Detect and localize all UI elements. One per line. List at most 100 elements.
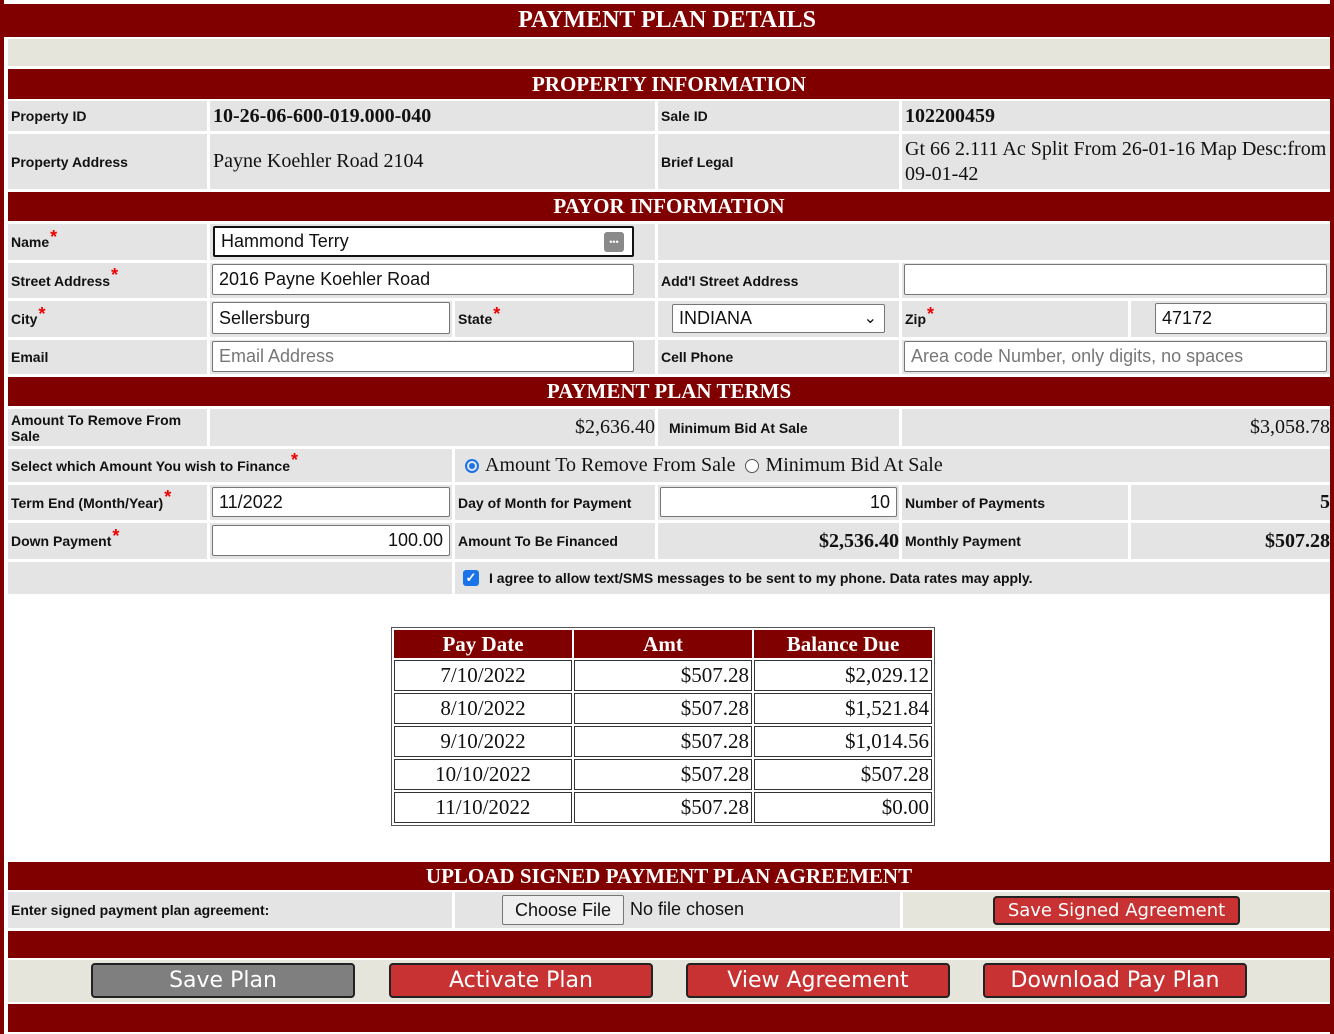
state-label: State * bbox=[455, 301, 655, 337]
property-address-value: Payne Koehler Road 2104 bbox=[210, 134, 655, 189]
amt-cell: $507.28 bbox=[574, 660, 752, 691]
numpay-label: Number of Payments bbox=[902, 485, 1128, 520]
day-input[interactable]: 10 bbox=[660, 487, 897, 517]
title-spacer bbox=[8, 39, 1330, 66]
day-label: Day of Month for Payment bbox=[455, 485, 655, 520]
payor-header: PAYOR INFORMATION bbox=[8, 192, 1330, 221]
choose-file-button[interactable]: Choose File bbox=[502, 895, 624, 925]
name-value: Hammond Terry bbox=[221, 231, 349, 251]
sms-row-filler bbox=[8, 562, 452, 594]
required-mark: * bbox=[927, 303, 935, 324]
down-payment-input[interactable]: 100.00 bbox=[212, 525, 450, 556]
cell-phone-input[interactable]: Area code Number, only digits, no spaces bbox=[904, 341, 1327, 372]
minbid-label: Minimum Bid At Sale bbox=[658, 409, 899, 446]
financed-value: $2,536.40 bbox=[658, 523, 899, 559]
term-end-label: Term End (Month/Year) * bbox=[8, 485, 207, 520]
required-mark: * bbox=[291, 450, 299, 470]
down-payment-label: Down Payment * bbox=[8, 523, 207, 559]
property-id-value: 10-26-06-600-019.000-040 bbox=[210, 101, 655, 131]
financed-label: Amount To Be Financed bbox=[455, 523, 655, 559]
street-input[interactable]: 2016 Payne Koehler Road bbox=[212, 264, 634, 295]
balance-cell: $0.00 bbox=[754, 792, 932, 823]
pay-date-cell: 8/10/2022 bbox=[394, 693, 572, 724]
zip-label: Zip * bbox=[902, 301, 1128, 337]
sms-checkbox[interactable]: ✓ bbox=[463, 570, 479, 586]
table-row: 10/10/2022 $507.28 $507.28 bbox=[394, 759, 932, 790]
required-mark: * bbox=[38, 303, 46, 324]
brief-legal-value: Gt 66 2.111 Ac Split From 26-01-16 Map D… bbox=[902, 134, 1330, 189]
name-row-filler bbox=[658, 224, 1330, 260]
name-input[interactable]: Hammond Terry ••• bbox=[213, 226, 634, 257]
zip-input[interactable]: 47172 bbox=[1155, 303, 1327, 334]
radio-minbid[interactable] bbox=[745, 458, 760, 473]
sms-consent: ✓ I agree to allow text/SMS messages to … bbox=[455, 562, 1330, 594]
radio-remove-label: Amount To Remove From Sale bbox=[485, 454, 736, 476]
required-mark: * bbox=[50, 226, 58, 247]
required-mark: * bbox=[111, 265, 119, 285]
pay-date-cell: 9/10/2022 bbox=[394, 726, 572, 757]
brief-legal-label: Brief Legal bbox=[658, 134, 899, 189]
upload-header: UPLOAD SIGNED PAYMENT PLAN AGREEMENT bbox=[8, 862, 1330, 890]
monthly-value: $507.28 bbox=[1131, 523, 1330, 559]
pay-date-cell: 10/10/2022 bbox=[394, 759, 572, 790]
view-agreement-button[interactable]: View Agreement bbox=[686, 963, 950, 998]
col-balance-due: Balance Due bbox=[754, 630, 932, 658]
required-mark: * bbox=[112, 525, 120, 546]
sale-id-label: Sale ID bbox=[658, 101, 899, 131]
balance-cell: $2,029.12 bbox=[754, 660, 932, 691]
email-label: Email bbox=[8, 340, 207, 374]
finance-label: Select which Amount You wish to Finance * bbox=[8, 449, 452, 482]
upload-label: Enter signed payment plan agreement: bbox=[8, 892, 452, 928]
balance-cell: $1,014.56 bbox=[754, 726, 932, 757]
col-pay-date: Pay Date bbox=[394, 630, 572, 658]
addl-street-input[interactable] bbox=[904, 264, 1327, 295]
activate-plan-button[interactable]: Activate Plan bbox=[389, 963, 653, 998]
upload-footer-bar bbox=[8, 931, 1330, 958]
amt-cell: $507.28 bbox=[574, 693, 752, 724]
cell-phone-label: Cell Phone bbox=[658, 340, 899, 374]
required-mark: * bbox=[493, 303, 501, 324]
password-manager-icon[interactable]: ••• bbox=[604, 232, 624, 252]
pay-date-cell: 7/10/2022 bbox=[394, 660, 572, 691]
save-plan-button[interactable]: Save Plan bbox=[91, 963, 355, 998]
city-label: City * bbox=[8, 301, 207, 337]
pay-date-cell: 11/10/2022 bbox=[394, 792, 572, 823]
remove-value: $2,636.40 bbox=[210, 409, 655, 446]
city-input[interactable]: Sellersburg bbox=[212, 302, 450, 334]
finance-options: Amount To Remove From Sale Minimum Bid A… bbox=[455, 449, 1330, 482]
sms-text: I agree to allow text/SMS messages to be… bbox=[489, 570, 1033, 586]
payment-schedule-table: Pay Date Amt Balance Due 7/10/2022 $507.… bbox=[391, 627, 935, 826]
state-value: INDIANA bbox=[679, 308, 753, 328]
monthly-label: Monthly Payment bbox=[902, 523, 1128, 559]
property-address-label: Property Address bbox=[8, 134, 207, 189]
property-header: PROPERTY INFORMATION bbox=[8, 69, 1330, 99]
term-end-input[interactable]: 11/2022 bbox=[212, 487, 450, 517]
balance-cell: $1,521.84 bbox=[754, 693, 932, 724]
radio-remove[interactable] bbox=[465, 458, 479, 473]
download-pay-plan-button[interactable]: Download Pay Plan bbox=[983, 963, 1247, 998]
table-row: 8/10/2022 $507.28 $1,521.84 bbox=[394, 693, 932, 724]
state-select[interactable]: INDIANA ⌄ bbox=[672, 304, 885, 333]
footer-bar bbox=[8, 1004, 1330, 1032]
property-id-label: Property ID bbox=[8, 101, 207, 131]
terms-header: PAYMENT PLAN TERMS bbox=[8, 377, 1330, 406]
page-title: PAYMENT PLAN DETAILS bbox=[4, 4, 1330, 37]
amt-cell: $507.28 bbox=[574, 726, 752, 757]
street-label: Street Address * bbox=[8, 263, 207, 298]
remove-label: Amount To Remove From Sale bbox=[8, 409, 207, 446]
col-amt: Amt bbox=[574, 630, 752, 658]
name-label: Name * bbox=[8, 224, 207, 260]
table-row: 11/10/2022 $507.28 $0.00 bbox=[394, 792, 932, 823]
table-row: 9/10/2022 $507.28 $1,014.56 bbox=[394, 726, 932, 757]
sale-id-value: 102200459 bbox=[902, 101, 1330, 131]
table-header-row: Pay Date Amt Balance Due bbox=[394, 630, 932, 658]
no-file-text: No file chosen bbox=[630, 899, 745, 919]
amt-cell: $507.28 bbox=[574, 759, 752, 790]
email-input[interactable]: Email Address bbox=[212, 341, 634, 372]
save-signed-agreement-button[interactable]: Save Signed Agreement bbox=[993, 896, 1240, 925]
required-mark: * bbox=[164, 487, 172, 507]
table-row: 7/10/2022 $507.28 $2,029.12 bbox=[394, 660, 932, 691]
radio-minbid-label: Minimum Bid At Sale bbox=[765, 454, 943, 476]
addl-street-label: Add'l Street Address bbox=[658, 263, 899, 298]
numpay-value: 5 bbox=[1131, 485, 1330, 520]
